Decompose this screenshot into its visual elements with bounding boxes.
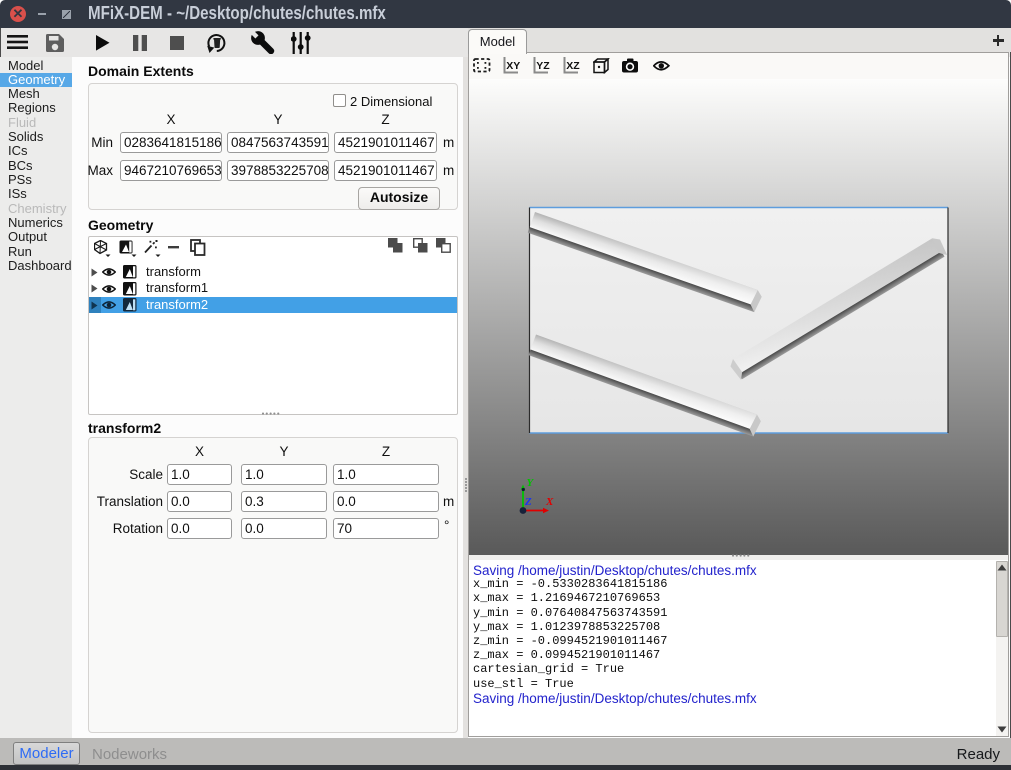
svg-text:X: X [545, 496, 554, 508]
svg-text:Y: Y [527, 477, 535, 489]
svg-text:XZ: XZ [566, 60, 580, 72]
svg-text:Z: Z [524, 496, 532, 508]
svg-text:XY: XY [506, 60, 520, 72]
svg-text:YZ: YZ [536, 60, 550, 72]
